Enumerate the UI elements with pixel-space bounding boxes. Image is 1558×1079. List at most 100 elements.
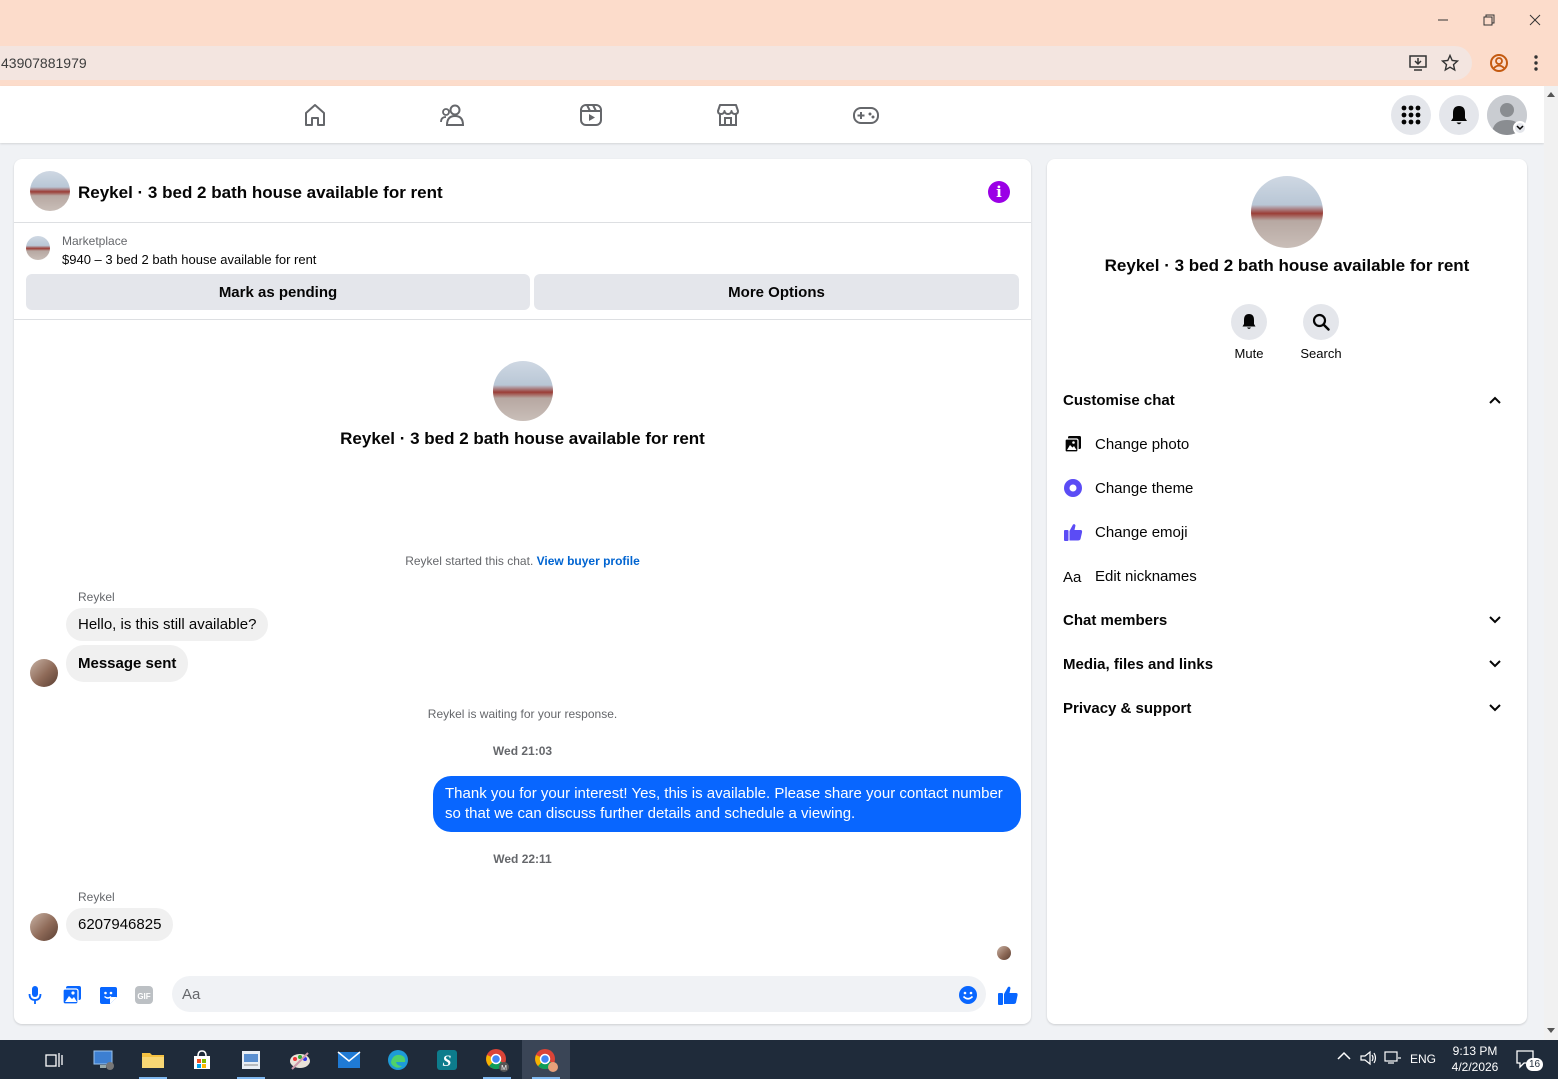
- theme-icon: [1063, 478, 1083, 498]
- scroll-down-arrow[interactable]: [1547, 1028, 1555, 1033]
- image-icon: [1063, 434, 1083, 454]
- message-composer: GIF: [14, 975, 1031, 1015]
- windows-taskbar: S M ENG 9:13 PM 4/2/2026 16: [0, 1040, 1558, 1079]
- waiting-notice: Reykel is waiting for your response.: [427, 707, 618, 721]
- page-scrollbar[interactable]: [1544, 86, 1558, 1040]
- taskbar-store[interactable]: [178, 1040, 226, 1079]
- taskbar-mail[interactable]: [325, 1040, 373, 1079]
- taskbar-chrome-active[interactable]: [522, 1040, 570, 1079]
- change-theme-item[interactable]: Change theme: [1063, 470, 1511, 506]
- svg-text:GIF: GIF: [137, 992, 150, 1001]
- voice-clip-button[interactable]: [24, 984, 46, 1006]
- change-emoji-item[interactable]: Change emoji: [1063, 514, 1511, 550]
- listing-thumbnail[interactable]: [26, 236, 50, 260]
- task-view-button[interactable]: [30, 1040, 78, 1079]
- timestamp: Wed 22:11: [493, 852, 552, 866]
- incoming-message[interactable]: Hello, is this still available?: [66, 608, 269, 641]
- privacy-support-label: Privacy & support: [1063, 699, 1192, 717]
- smiley-icon: [959, 986, 977, 1004]
- language-indicator[interactable]: ENG: [1410, 1052, 1436, 1066]
- taskbar-chrome-m[interactable]: M: [473, 1040, 521, 1079]
- browser-menu-icon[interactable]: [1525, 52, 1547, 74]
- search-button[interactable]: [1303, 304, 1339, 340]
- url-text[interactable]: 43907881979: [1, 55, 87, 71]
- change-photo-item[interactable]: Change photo: [1063, 426, 1511, 462]
- sender-name: Reykel: [78, 590, 115, 604]
- microphone-icon: [28, 986, 42, 1004]
- gaming-icon[interactable]: [851, 100, 881, 130]
- chat-members-label: Chat members: [1063, 611, 1168, 629]
- mute-action[interactable]: Mute: [1213, 304, 1285, 361]
- minimize-button[interactable]: [1420, 0, 1466, 40]
- tray-overflow-icon[interactable]: [1337, 1050, 1351, 1064]
- profile-icon[interactable]: [1488, 52, 1510, 74]
- marketplace-icon[interactable]: [713, 100, 743, 130]
- browser-titlebar: [0, 0, 1558, 40]
- listing-avatar[interactable]: [30, 171, 70, 211]
- search-action[interactable]: Search: [1285, 304, 1357, 361]
- volume-icon[interactable]: [1360, 1050, 1378, 1069]
- restore-button[interactable]: [1466, 0, 1512, 40]
- listing-price-title[interactable]: $940 – 3 bed 2 bath house available for …: [62, 252, 316, 267]
- edit-nicknames-item[interactable]: Aa Edit nicknames: [1063, 558, 1511, 594]
- mark-as-pending-button[interactable]: Mark as pending: [26, 274, 530, 310]
- customise-chat-label: Customise chat: [1063, 391, 1175, 409]
- mute-button[interactable]: [1231, 304, 1267, 340]
- video-icon[interactable]: [576, 100, 606, 130]
- more-options-button[interactable]: More Options: [534, 274, 1019, 310]
- taskbar-app-paint[interactable]: [276, 1040, 324, 1079]
- address-bar[interactable]: 43907881979: [0, 46, 1472, 80]
- details-avatar[interactable]: [1251, 176, 1323, 248]
- grid-icon: [1401, 105, 1421, 125]
- home-icon[interactable]: [300, 100, 330, 130]
- view-buyer-profile-link[interactable]: View buyer profile: [537, 554, 640, 568]
- close-window-button[interactable]: [1512, 0, 1558, 40]
- sender-avatar[interactable]: [30, 659, 58, 687]
- scroll-up-arrow[interactable]: [1547, 92, 1555, 97]
- taskbar-app-viewer[interactable]: [227, 1040, 275, 1079]
- conversation-details-panel: Reykel · 3 bed 2 bath house available fo…: [1047, 159, 1527, 1024]
- chat-title[interactable]: Reykel · 3 bed 2 bath house available fo…: [78, 183, 443, 203]
- mute-label: Mute: [1234, 346, 1264, 361]
- search-label: Search: [1300, 346, 1342, 361]
- incoming-message[interactable]: Message sent: [66, 645, 189, 682]
- change-photo-label: Change photo: [1095, 435, 1190, 453]
- message-input[interactable]: [172, 976, 986, 1012]
- chat-members-section[interactable]: Chat members: [1063, 602, 1511, 638]
- marketplace-label: Marketplace: [62, 234, 128, 248]
- change-emoji-label: Change emoji: [1095, 523, 1188, 541]
- media-files-section[interactable]: Media, files and links: [1063, 646, 1511, 682]
- outgoing-message[interactable]: Thank you for your interest! Yes, this i…: [433, 776, 1021, 832]
- attach-photo-button[interactable]: [61, 984, 83, 1006]
- taskbar-edge[interactable]: [374, 1040, 422, 1079]
- friends-icon[interactable]: [438, 100, 468, 130]
- chevron-down-icon: [1487, 700, 1503, 716]
- bell-icon: [1242, 314, 1256, 329]
- details-title: Reykel · 3 bed 2 bath house available fo…: [1104, 256, 1470, 275]
- computer-icon: [93, 1050, 114, 1070]
- taskbar-app-monitor[interactable]: [80, 1040, 128, 1079]
- send-like-button[interactable]: [997, 984, 1019, 1006]
- taskbar-app-s[interactable]: S: [423, 1040, 471, 1079]
- install-app-icon[interactable]: [1408, 53, 1428, 73]
- network-icon[interactable]: [1384, 1050, 1402, 1069]
- emoji-button[interactable]: [957, 984, 979, 1006]
- taskbar-file-explorer[interactable]: [129, 1040, 177, 1079]
- gif-icon: GIF: [135, 986, 153, 1004]
- sticker-button[interactable]: [97, 984, 119, 1006]
- bookmark-star-icon[interactable]: [1440, 53, 1460, 73]
- system-clock[interactable]: 9:13 PM 4/2/2026: [1440, 1043, 1510, 1075]
- info-button[interactable]: i: [988, 181, 1010, 203]
- action-center-button[interactable]: 16: [1516, 1049, 1544, 1074]
- account-dropdown[interactable]: [1513, 121, 1527, 135]
- customise-chat-section[interactable]: Customise chat: [1063, 382, 1511, 418]
- menu-grid-button[interactable]: [1391, 95, 1431, 135]
- chat-started-notice: Reykel started this chat. View buyer pro…: [14, 554, 1031, 568]
- privacy-support-section[interactable]: Privacy & support: [1063, 690, 1511, 726]
- notifications-button[interactable]: [1439, 95, 1479, 135]
- sender-avatar[interactable]: [30, 913, 58, 941]
- browser-toolbar: 43907881979: [0, 40, 1558, 86]
- info-icon: i: [996, 183, 1002, 201]
- incoming-message[interactable]: 6207946825: [66, 908, 174, 941]
- gif-button[interactable]: GIF: [133, 984, 155, 1006]
